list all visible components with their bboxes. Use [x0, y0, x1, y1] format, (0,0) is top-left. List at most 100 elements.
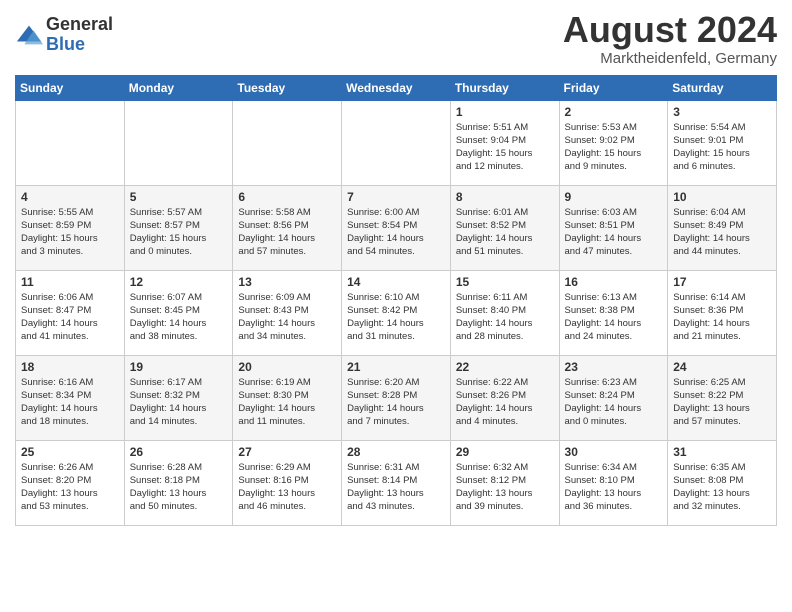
- day-info: Sunrise: 5:51 AM Sunset: 9:04 PM Dayligh…: [456, 121, 554, 174]
- logo-general-text: General: [46, 15, 113, 35]
- day-info: Sunrise: 6:04 AM Sunset: 8:49 PM Dayligh…: [673, 206, 771, 259]
- month-title: August 2024: [563, 10, 777, 50]
- day-number: 9: [565, 190, 663, 204]
- day-cell: 20 Sunrise: 6:19 AM Sunset: 8:30 PM Dayli…: [233, 355, 342, 440]
- day-info: Sunrise: 6:32 AM Sunset: 8:12 PM Dayligh…: [456, 461, 554, 514]
- day-number: 19: [130, 360, 228, 374]
- logo-blue-text: Blue: [46, 35, 113, 55]
- day-number: 8: [456, 190, 554, 204]
- day-info: Sunrise: 6:19 AM Sunset: 8:30 PM Dayligh…: [238, 376, 336, 429]
- day-number: 16: [565, 275, 663, 289]
- day-cell: 23 Sunrise: 6:23 AM Sunset: 8:24 PM Dayli…: [559, 355, 668, 440]
- day-cell: 16 Sunrise: 6:13 AM Sunset: 8:38 PM Dayli…: [559, 270, 668, 355]
- day-number: 22: [456, 360, 554, 374]
- day-info: Sunrise: 6:09 AM Sunset: 8:43 PM Dayligh…: [238, 291, 336, 344]
- day-number: 5: [130, 190, 228, 204]
- day-info: Sunrise: 6:01 AM Sunset: 8:52 PM Dayligh…: [456, 206, 554, 259]
- logo-icon: [15, 21, 43, 49]
- day-cell: 4Sunrise: 5:55 AM Sunset: 8:59 PM Daylig…: [16, 185, 125, 270]
- day-info: Sunrise: 6:10 AM Sunset: 8:42 PM Dayligh…: [347, 291, 445, 344]
- day-number: 23: [565, 360, 663, 374]
- day-info: Sunrise: 6:03 AM Sunset: 8:51 PM Dayligh…: [565, 206, 663, 259]
- day-info: Sunrise: 6:22 AM Sunset: 8:26 PM Dayligh…: [456, 376, 554, 429]
- day-cell: 17 Sunrise: 6:14 AM Sunset: 8:36 PM Dayli…: [668, 270, 777, 355]
- day-cell: 13 Sunrise: 6:09 AM Sunset: 8:43 PM Dayli…: [233, 270, 342, 355]
- day-number: 11: [21, 275, 119, 289]
- day-cell: [16, 100, 125, 185]
- day-number: 2: [565, 105, 663, 119]
- day-cell: 9 Sunrise: 6:03 AM Sunset: 8:51 PM Daylig…: [559, 185, 668, 270]
- calendar-table: SundayMondayTuesdayWednesdayThursdayFrid…: [15, 75, 777, 526]
- day-number: 27: [238, 445, 336, 459]
- day-cell: 27 Sunrise: 6:29 AM Sunset: 8:16 PM Dayli…: [233, 440, 342, 525]
- day-number: 21: [347, 360, 445, 374]
- week-row-4: 18 Sunrise: 6:16 AM Sunset: 8:34 PM Dayli…: [16, 355, 777, 440]
- day-number: 6: [238, 190, 336, 204]
- day-number: 17: [673, 275, 771, 289]
- day-info: Sunrise: 6:06 AM Sunset: 8:47 PM Dayligh…: [21, 291, 119, 344]
- day-info: Sunrise: 6:34 AM Sunset: 8:10 PM Dayligh…: [565, 461, 663, 514]
- day-cell: 29Sunrise: 6:32 AM Sunset: 8:12 PM Dayli…: [450, 440, 559, 525]
- day-info: Sunrise: 5:53 AM Sunset: 9:02 PM Dayligh…: [565, 121, 663, 174]
- day-cell: 11 Sunrise: 6:06 AM Sunset: 8:47 PM Dayli…: [16, 270, 125, 355]
- day-cell: 10 Sunrise: 6:04 AM Sunset: 8:49 PM Dayli…: [668, 185, 777, 270]
- day-cell: [342, 100, 451, 185]
- day-cell: 5 Sunrise: 5:57 AM Sunset: 8:57 PM Daylig…: [124, 185, 233, 270]
- day-info: Sunrise: 6:25 AM Sunset: 8:22 PM Dayligh…: [673, 376, 771, 429]
- day-info: Sunrise: 6:20 AM Sunset: 8:28 PM Dayligh…: [347, 376, 445, 429]
- day-cell: 12 Sunrise: 6:07 AM Sunset: 8:45 PM Dayli…: [124, 270, 233, 355]
- day-cell: 25Sunrise: 6:26 AM Sunset: 8:20 PM Dayli…: [16, 440, 125, 525]
- day-number: 26: [130, 445, 228, 459]
- day-number: 1: [456, 105, 554, 119]
- day-cell: 1 Sunrise: 5:51 AM Sunset: 9:04 PM Daylig…: [450, 100, 559, 185]
- day-header-monday: Monday: [124, 75, 233, 100]
- location: Marktheidenfeld, Germany: [563, 50, 777, 67]
- day-info: Sunrise: 6:14 AM Sunset: 8:36 PM Dayligh…: [673, 291, 771, 344]
- day-number: 20: [238, 360, 336, 374]
- day-cell: [124, 100, 233, 185]
- day-header-wednesday: Wednesday: [342, 75, 451, 100]
- day-cell: 28 Sunrise: 6:31 AM Sunset: 8:14 PM Dayli…: [342, 440, 451, 525]
- day-number: 3: [673, 105, 771, 119]
- day-number: 25: [21, 445, 119, 459]
- day-info: Sunrise: 5:54 AM Sunset: 9:01 PM Dayligh…: [673, 121, 771, 174]
- day-header-sunday: Sunday: [16, 75, 125, 100]
- day-info: Sunrise: 6:07 AM Sunset: 8:45 PM Dayligh…: [130, 291, 228, 344]
- day-info: Sunrise: 6:16 AM Sunset: 8:34 PM Dayligh…: [21, 376, 119, 429]
- day-number: 31: [673, 445, 771, 459]
- day-info: Sunrise: 6:28 AM Sunset: 8:18 PM Dayligh…: [130, 461, 228, 514]
- day-header-tuesday: Tuesday: [233, 75, 342, 100]
- day-number: 28: [347, 445, 445, 459]
- day-info: Sunrise: 6:31 AM Sunset: 8:14 PM Dayligh…: [347, 461, 445, 514]
- week-row-1: 1 Sunrise: 5:51 AM Sunset: 9:04 PM Daylig…: [16, 100, 777, 185]
- day-cell: 26 Sunrise: 6:28 AM Sunset: 8:18 PM Dayli…: [124, 440, 233, 525]
- day-number: 14: [347, 275, 445, 289]
- day-cell: 18 Sunrise: 6:16 AM Sunset: 8:34 PM Dayli…: [16, 355, 125, 440]
- day-number: 24: [673, 360, 771, 374]
- day-header-friday: Friday: [559, 75, 668, 100]
- day-info: Sunrise: 6:29 AM Sunset: 8:16 PM Dayligh…: [238, 461, 336, 514]
- day-cell: 6 Sunrise: 5:58 AM Sunset: 8:56 PM Daylig…: [233, 185, 342, 270]
- day-header-thursday: Thursday: [450, 75, 559, 100]
- day-number: 18: [21, 360, 119, 374]
- day-info: Sunrise: 6:11 AM Sunset: 8:40 PM Dayligh…: [456, 291, 554, 344]
- day-info: Sunrise: 6:23 AM Sunset: 8:24 PM Dayligh…: [565, 376, 663, 429]
- day-number: 13: [238, 275, 336, 289]
- day-info: Sunrise: 6:13 AM Sunset: 8:38 PM Dayligh…: [565, 291, 663, 344]
- week-row-5: 25Sunrise: 6:26 AM Sunset: 8:20 PM Dayli…: [16, 440, 777, 525]
- day-info: Sunrise: 6:00 AM Sunset: 8:54 PM Dayligh…: [347, 206, 445, 259]
- day-cell: 24 Sunrise: 6:25 AM Sunset: 8:22 PM Dayli…: [668, 355, 777, 440]
- day-number: 4: [21, 190, 119, 204]
- day-cell: 8 Sunrise: 6:01 AM Sunset: 8:52 PM Daylig…: [450, 185, 559, 270]
- day-info: Sunrise: 5:58 AM Sunset: 8:56 PM Dayligh…: [238, 206, 336, 259]
- day-info: Sunrise: 6:17 AM Sunset: 8:32 PM Dayligh…: [130, 376, 228, 429]
- day-cell: 7 Sunrise: 6:00 AM Sunset: 8:54 PM Daylig…: [342, 185, 451, 270]
- day-number: 15: [456, 275, 554, 289]
- day-number: 10: [673, 190, 771, 204]
- header-row: SundayMondayTuesdayWednesdayThursdayFrid…: [16, 75, 777, 100]
- day-number: 7: [347, 190, 445, 204]
- day-cell: 30 Sunrise: 6:34 AM Sunset: 8:10 PM Dayli…: [559, 440, 668, 525]
- day-number: 12: [130, 275, 228, 289]
- day-info: Sunrise: 5:57 AM Sunset: 8:57 PM Dayligh…: [130, 206, 228, 259]
- day-number: 30: [565, 445, 663, 459]
